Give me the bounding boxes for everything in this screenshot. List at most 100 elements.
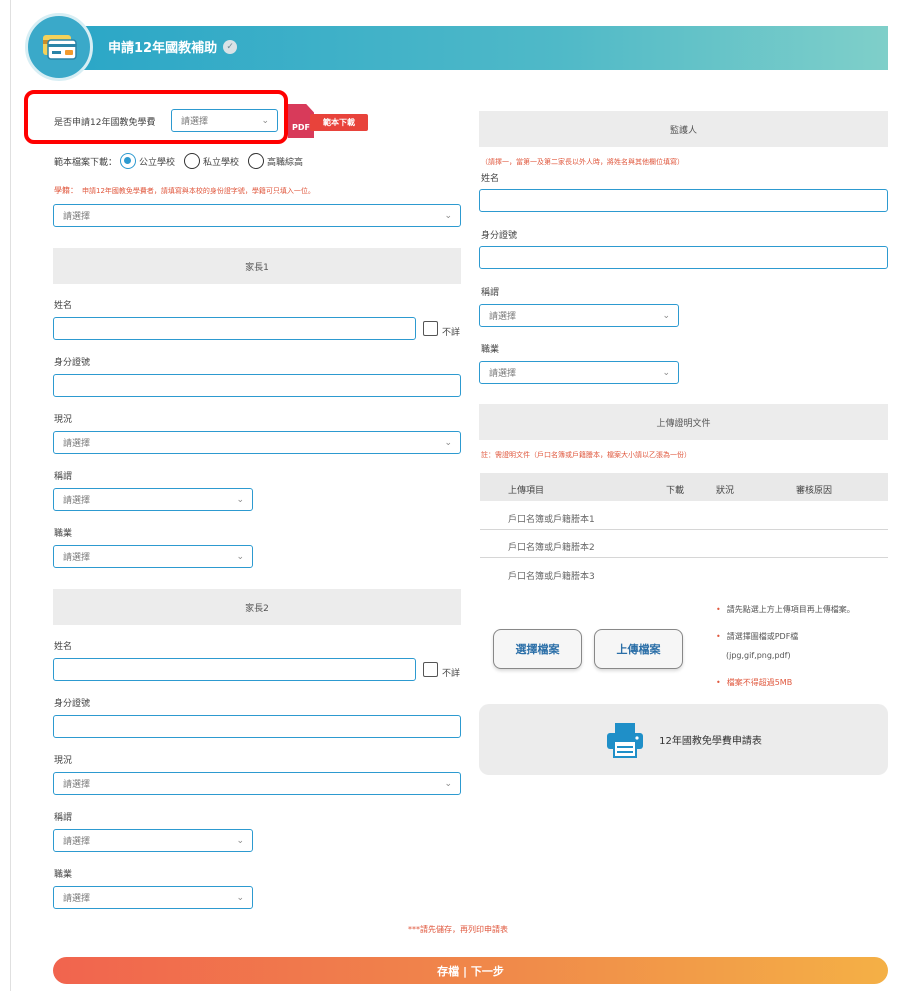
header-badge — [25, 13, 93, 81]
household1-name-label: 姓名 — [54, 301, 73, 311]
chevron-down-icon: ⌄ — [444, 210, 452, 221]
household1-unknown-checkbox[interactable] — [423, 321, 438, 336]
household2-unknown-checkbox[interactable] — [423, 662, 438, 677]
household2-relation-select[interactable]: 請選擇 ⌄ — [53, 829, 253, 852]
template-label: 範本檔案下載： — [54, 157, 118, 168]
print-application-card[interactable]: 12年國教免學費申請表 — [479, 704, 888, 775]
household2-job-select[interactable]: 請選擇 ⌄ — [53, 886, 253, 909]
template-radio-group: 範本檔案下載： 公立學校 私立學校 高職綜高 — [54, 153, 303, 169]
chevron-down-icon: ⌄ — [236, 551, 244, 562]
household2-name-input[interactable] — [53, 658, 416, 681]
household2-status-select[interactable]: 請選擇 ⌄ — [53, 772, 461, 795]
guardian-relation-label: 稱謂 — [481, 288, 500, 298]
household2-id-label: 身分證號 — [54, 699, 91, 709]
student-label: 學籍： — [54, 186, 78, 195]
household2-status-label: 現況 — [54, 756, 73, 766]
upload-note: 註：需證明文件（戶口名簿或戶籍謄本，檔案大小請以乙張為一份） — [481, 451, 691, 459]
print-card-label: 12年國教免學費申請表 — [659, 736, 762, 747]
student-note: 申請12年國教免學費者，請填寫與本校的身份證字號，學籍可只填入一位。 — [82, 187, 315, 195]
radio-private-label: 私立學校 — [203, 157, 240, 168]
household1-unknown-label: 不詳 — [442, 328, 461, 338]
student-select-value: 請選擇 — [63, 212, 91, 222]
guardian-note: （請擇一，當第一及第二家長以外人時，將姓名與其他欄位填寫） — [481, 158, 684, 166]
page-left-border — [10, 0, 11, 991]
col-download: 下載 — [666, 486, 685, 496]
radio-private-school[interactable] — [184, 153, 201, 169]
upload-tip-4: • 檔案不得超過5MB — [716, 678, 793, 687]
household1-id-input[interactable] — [53, 374, 461, 397]
chevron-down-icon: ⌄ — [236, 494, 244, 505]
household1-job-label: 職業 — [54, 529, 73, 539]
upload-tip-2: • 請選擇圖檔或PDF檔 — [716, 632, 799, 641]
student-label-row: 學籍： 申請12年國教免學費者，請填寫與本校的身份證字號，學籍可只填入一位。 — [54, 185, 315, 196]
apply-label: 是否申請12年國教免學費 — [54, 118, 156, 128]
radio-public-school[interactable] — [120, 153, 137, 169]
apply-select[interactable]: 請選擇 ⌄ — [171, 109, 278, 132]
printer-icon — [607, 722, 644, 758]
page-title: 申請12年國教補助 ✓ — [108, 37, 238, 56]
guardian-relation-value: 請選擇 — [489, 312, 517, 322]
credit-card-icon — [43, 35, 77, 60]
chevron-down-icon: ⌄ — [444, 437, 452, 448]
upload-header: 上傳證明文件 — [479, 404, 888, 440]
radio-public-label: 公立學校 — [139, 157, 176, 168]
choose-file-button[interactable]: 選擇檔案 — [493, 629, 582, 669]
chevron-down-icon: ⌄ — [662, 310, 670, 321]
col-status: 狀況 — [716, 486, 735, 496]
household1-status-value: 請選擇 — [63, 439, 91, 449]
guardian-name-input[interactable] — [479, 189, 888, 212]
household2-relation-label: 稱謂 — [54, 813, 73, 823]
upload-tip-1: • 請先點選上方上傳項目再上傳檔案。 — [716, 605, 855, 614]
household1-relation-select[interactable]: 請選擇 ⌄ — [53, 488, 253, 511]
apply-select-value: 請選擇 — [181, 117, 209, 127]
household2-job-value: 請選擇 — [63, 894, 91, 904]
guardian-job-value: 請選擇 — [489, 369, 517, 379]
household1-name-input[interactable] — [53, 317, 416, 340]
page-title-text: 申請12年國教補助 — [108, 41, 218, 56]
household1-id-label: 身分證號 — [54, 358, 91, 368]
guardian-id-label: 身分證號 — [481, 231, 518, 241]
table-row-divider — [480, 529, 888, 530]
upload-table-header: 上傳項目 下載 狀況 審核原因 — [480, 473, 888, 501]
save-notice: ***請先儲存，再列印申請表 — [408, 925, 508, 934]
radio-vocational-label: 高職綜高 — [267, 157, 304, 168]
verified-check-icon: ✓ — [223, 39, 238, 54]
household1-relation-value: 請選擇 — [63, 496, 91, 506]
chevron-down-icon: ⌄ — [662, 367, 670, 378]
save-next-button[interactable]: 存檔 | 下一步 — [53, 957, 888, 984]
chevron-down-icon: ⌄ — [236, 892, 244, 903]
household1-status-label: 現況 — [54, 415, 73, 425]
chevron-down-icon: ⌄ — [444, 778, 452, 789]
household2-header: 家長2 — [53, 589, 461, 625]
upload-row-1[interactable]: 戶口名簿或戶籍謄本1 — [508, 512, 595, 525]
household2-unknown-label: 不詳 — [442, 669, 461, 679]
household1-header: 家長1 — [53, 248, 461, 284]
household1-status-select[interactable]: 請選擇 ⌄ — [53, 431, 461, 454]
guardian-relation-select[interactable]: 請選擇 ⌄ — [479, 304, 679, 327]
upload-row-3[interactable]: 戶口名簿或戶籍謄本3 — [508, 569, 595, 582]
guardian-header: 監護人 — [479, 111, 888, 147]
guardian-id-input[interactable] — [479, 246, 888, 269]
guardian-name-label: 姓名 — [481, 174, 500, 184]
household2-job-label: 職業 — [54, 870, 73, 880]
upload-row-2[interactable]: 戶口名簿或戶籍謄本2 — [508, 540, 595, 553]
household1-job-select[interactable]: 請選擇 ⌄ — [53, 545, 253, 568]
chevron-down-icon: ⌄ — [236, 835, 244, 846]
household2-status-value: 請選擇 — [63, 780, 91, 790]
radio-vocational-school[interactable] — [248, 153, 265, 169]
col-reason: 審核原因 — [796, 486, 833, 496]
guardian-job-select[interactable]: 請選擇 ⌄ — [479, 361, 679, 384]
household2-relation-value: 請選擇 — [63, 837, 91, 847]
student-select[interactable]: 請選擇 ⌄ — [53, 204, 461, 227]
chevron-down-icon: ⌄ — [261, 115, 269, 126]
household2-id-input[interactable] — [53, 715, 461, 738]
guardian-job-label: 職業 — [481, 345, 500, 355]
household2-name-label: 姓名 — [54, 642, 73, 652]
upload-tip-3: (jpg,gif,png,pdf) — [726, 651, 791, 660]
household1-job-value: 請選擇 — [63, 553, 91, 563]
template-download-button[interactable]: 範本下載 — [310, 114, 368, 131]
household1-relation-label: 稱謂 — [54, 472, 73, 482]
col-upload-item: 上傳項目 — [508, 486, 545, 496]
table-row-divider — [480, 557, 888, 558]
upload-file-button[interactable]: 上傳檔案 — [594, 629, 683, 669]
